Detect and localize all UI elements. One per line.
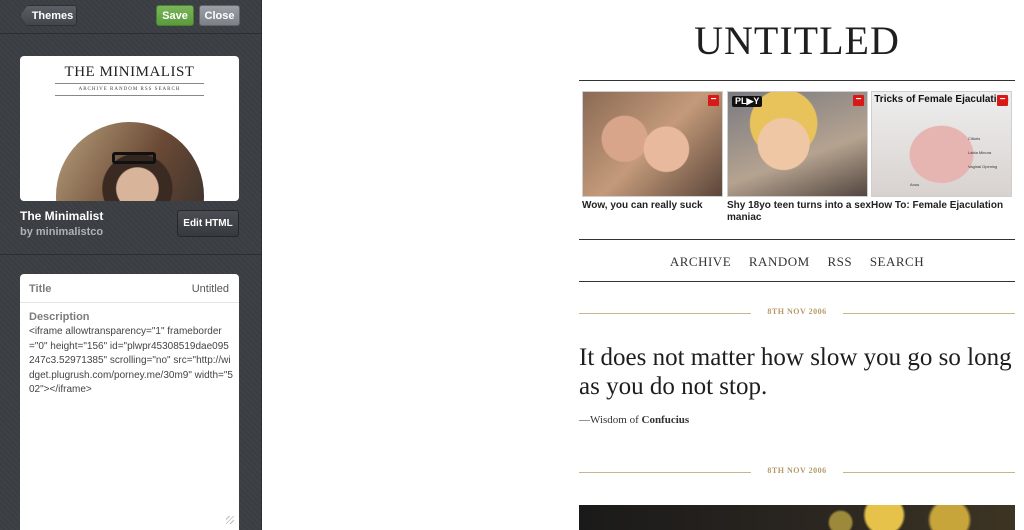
play-logo-icon: PL▶Y — [732, 96, 763, 107]
nav-search-link[interactable]: SEARCH — [870, 254, 924, 269]
ad-image-label: Clitoris — [968, 136, 981, 141]
ad-image-title: Tricks of Female Ejaculation — [874, 94, 1009, 105]
header-rule — [579, 80, 1015, 81]
ad-caption-link[interactable]: Wow, you can really suck — [582, 200, 726, 212]
divider — [0, 33, 262, 34]
resize-handle-icon[interactable] — [226, 516, 234, 524]
close-button[interactable]: Close — [199, 5, 240, 26]
ad-thumbnail[interactable]: − — [582, 91, 723, 197]
post-photo — [579, 505, 1015, 530]
ad-image-label: Anus — [910, 182, 920, 187]
nav-archive-link[interactable]: ARCHIVE — [670, 254, 731, 269]
thumbnail-rule — [55, 83, 204, 84]
appearance-settings-panel: Title Untitled Description <iframe allow… — [20, 274, 239, 530]
post-date-link[interactable]: 8TH NOV 2006 — [579, 307, 1015, 316]
date-rule — [843, 313, 1015, 314]
quote-source-prefix: —Wisdom of — [579, 414, 639, 426]
thumbnail-nav: ARCHIVE RANDOM RSS SEARCH — [78, 87, 181, 92]
title-field-row[interactable]: Title Untitled — [20, 274, 239, 303]
theme-name: The Minimalist — [20, 209, 104, 223]
quote-source: —Wisdom of Confucius — [579, 414, 689, 426]
nav-random-link[interactable]: RANDOM — [749, 254, 810, 269]
ad-image-label: Vaginal Opening — [968, 164, 998, 169]
title-input[interactable]: Untitled — [192, 283, 229, 295]
save-button[interactable]: Save — [156, 5, 194, 26]
description-textarea[interactable]: <iframe allowtransparency="1" frameborde… — [29, 325, 234, 398]
nav-top-rule — [579, 239, 1015, 240]
quote-source-name: Confucius — [641, 414, 690, 426]
post-date-row: 8TH NOV 2006 — [579, 307, 1015, 319]
title-label: Title — [29, 283, 52, 295]
nav-bottom-rule — [579, 281, 1015, 282]
ad-close-icon[interactable]: − — [853, 95, 864, 106]
thumbnail-rule — [55, 95, 204, 96]
thumbnail-title: THE MINIMALIST — [64, 64, 195, 80]
edit-html-button[interactable]: Edit HTML — [177, 210, 239, 237]
thumbnail-photo-detail — [112, 152, 156, 164]
ad-thumbnail[interactable]: Tricks of Female Ejaculation Clitoris La… — [871, 91, 1012, 197]
ad-close-icon[interactable]: − — [708, 95, 719, 106]
ad-thumbnail[interactable]: PL▶Y − — [727, 91, 868, 197]
post-quote: It does not matter how slow you go so lo… — [579, 344, 1012, 400]
ad-image-label: Labia Minora — [968, 150, 992, 155]
theme-thumbnail[interactable]: THE MINIMALIST ARCHIVE RANDOM RSS SEARCH — [20, 56, 239, 201]
divider — [0, 254, 262, 255]
blog-nav: ARCHIVE RANDOM RSS SEARCH — [579, 254, 1015, 270]
blog-title[interactable]: UNTITLED — [579, 17, 1015, 64]
themes-back-button[interactable]: Themes — [20, 5, 77, 26]
theme-editor-sidebar: Themes Save Close THE MINIMALIST ARCHIVE… — [0, 0, 262, 530]
post-date-row: 8TH NOV 2006 — [579, 466, 1015, 478]
ad-close-icon[interactable]: − — [997, 95, 1008, 106]
editor-toolbar: Themes Save Close — [0, 0, 262, 32]
ad-caption-link[interactable]: How To: Female Ejaculation — [871, 200, 1015, 212]
ad-caption-link[interactable]: Shy 18yo teen turns into a sex maniac — [727, 200, 871, 224]
date-rule — [843, 472, 1015, 473]
nav-rss-link[interactable]: RSS — [827, 254, 852, 269]
description-label: Description — [29, 311, 90, 323]
post-date-link[interactable]: 8TH NOV 2006 — [579, 466, 1015, 475]
theme-author-link[interactable]: by minimalistco — [20, 226, 103, 238]
